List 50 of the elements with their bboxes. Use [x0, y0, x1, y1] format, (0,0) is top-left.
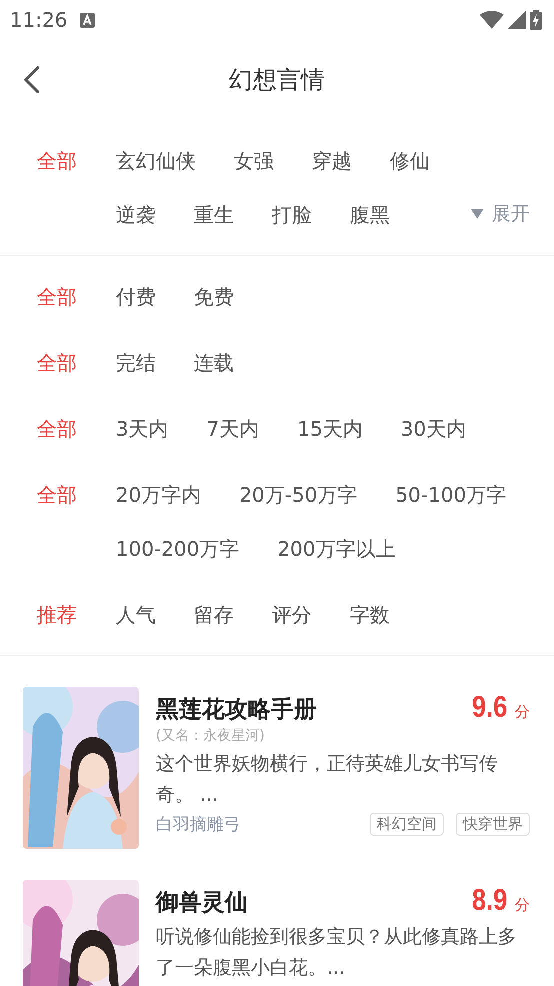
filter-option[interactable]: 200万字以上: [278, 522, 396, 576]
filter-option[interactable]: 全部: [37, 134, 116, 188]
filter-option[interactable]: 字数: [350, 588, 390, 642]
filter-option[interactable]: 免费: [194, 270, 234, 324]
filter-option[interactable]: 连载: [194, 336, 234, 390]
back-icon[interactable]: [22, 66, 42, 94]
book-alias: (又名：永夜星河): [156, 727, 266, 745]
filter-option[interactable]: 留存: [194, 588, 234, 642]
filter-option[interactable]: 100-200万字: [116, 522, 240, 576]
filter-option[interactable]: 全部: [37, 402, 116, 456]
filter-option[interactable]: 30天内: [400, 402, 466, 456]
filter-option[interactable]: 全部: [37, 336, 116, 390]
filter-option[interactable]: 7天内: [206, 402, 260, 456]
battery-icon: [530, 10, 542, 30]
filter-option[interactable]: 腹黑: [350, 188, 390, 242]
signal-icon: [508, 11, 526, 29]
book-title[interactable]: 御兽灵仙: [156, 887, 248, 918]
filter-option[interactable]: 完结: [116, 336, 156, 390]
filter-option[interactable]: 15天内: [297, 402, 363, 456]
filter-option[interactable]: 人气: [116, 588, 156, 642]
filter-option[interactable]: 评分: [272, 588, 312, 642]
filter-option[interactable]: 女强: [234, 134, 274, 188]
filter-option[interactable]: 逆袭: [116, 188, 156, 242]
triangle-down-icon: [471, 209, 484, 219]
book-title[interactable]: 黑莲花攻略手册: [156, 694, 317, 725]
score-unit: 分: [515, 896, 530, 915]
filter-option[interactable]: 推荐: [37, 588, 116, 642]
score-unit: 分: [515, 703, 530, 722]
page-title: 幻想言情: [229, 65, 325, 96]
filter-option[interactable]: 重生: [194, 188, 234, 242]
book-description: 听说修仙能捡到很多宝贝？从此修真路上多了一朵腹黑小白花。...: [156, 925, 518, 981]
filter-option[interactable]: 打脸: [272, 188, 312, 242]
filter-option[interactable]: 修仙: [390, 134, 430, 188]
filter-option[interactable]: 玄幻仙侠: [116, 134, 196, 188]
genre-tag: 快穿世界: [456, 813, 530, 836]
book-score: 8.9: [472, 884, 508, 918]
status-time: 11:26: [10, 8, 68, 32]
filter-option[interactable]: 3天内: [116, 402, 169, 456]
filter-option[interactable]: 穿越: [312, 134, 352, 188]
genre-tag: 科幻空间: [370, 813, 444, 836]
filter-option[interactable]: 全部: [37, 270, 116, 324]
filter-option[interactable]: 付费: [116, 270, 156, 324]
filter-option[interactable]: 20万-50万字: [239, 468, 358, 522]
filter-option[interactable]: 全部: [37, 468, 116, 522]
notification-icon: [80, 12, 95, 28]
book-score: 9.6: [472, 691, 508, 725]
wifi-icon: [480, 11, 504, 29]
filter-option[interactable]: 50-100万字: [396, 468, 506, 522]
filter-option[interactable]: 20万字内: [116, 468, 202, 522]
book-description: 这个世界妖物横行，正待英雄儿女书写传奇。 ...: [156, 752, 499, 808]
